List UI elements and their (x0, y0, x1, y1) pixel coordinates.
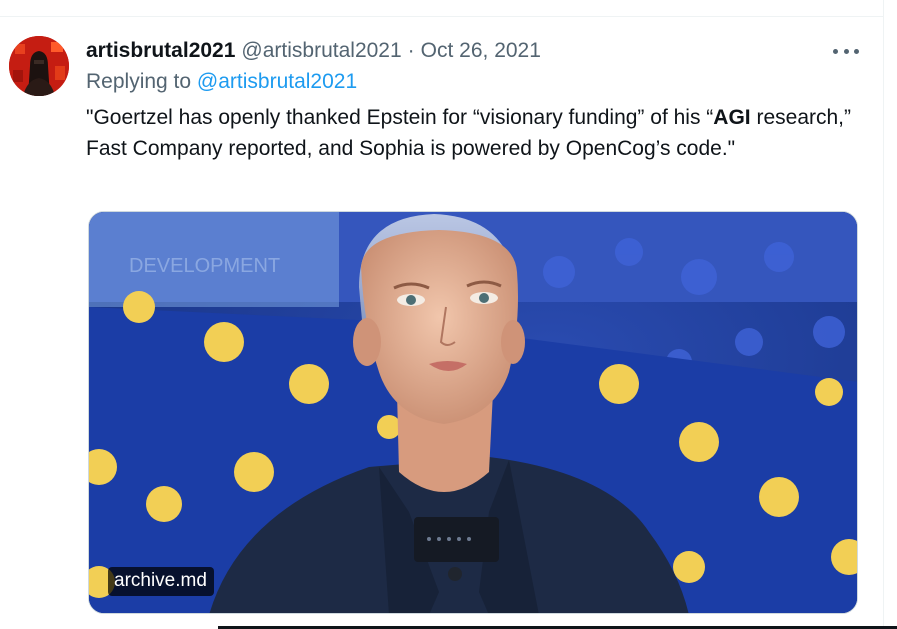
tweet-text: "Goertzel has openly thanked Epstein for… (86, 102, 866, 164)
tweet-date[interactable]: Oct 26, 2021 (421, 39, 541, 63)
tweet-header: artisbrutal2021 @artisbrutal2021 · Oct 2… (86, 38, 541, 64)
tweet-media-image[interactable]: DEVELOPMENT archive.md (88, 211, 858, 614)
more-dot (833, 48, 838, 54)
more-dot (843, 48, 849, 54)
top-divider (0, 16, 883, 17)
more-dot (854, 48, 859, 54)
avatar[interactable] (9, 36, 69, 96)
replying-to: Replying to @artisbrutal2021 (86, 70, 357, 94)
replying-handle-link[interactable]: @artisbrutal2021 (197, 70, 357, 93)
separator-dot: · (407, 39, 415, 62)
author-handle[interactable]: @artisbrutal2021 (241, 39, 401, 63)
tweet-text-bold: AGI (713, 106, 751, 129)
robot-photo: DEVELOPMENT (89, 212, 857, 613)
tweet-text-part1: "Goertzel has openly thanked Epstein for… (86, 106, 714, 129)
media-source-label[interactable]: archive.md (108, 567, 214, 596)
replying-prefix: Replying to (86, 70, 192, 93)
svg-text:DEVELOPMENT: DEVELOPMENT (129, 255, 280, 277)
more-horizontal-icon[interactable] (833, 40, 859, 62)
author-display-name[interactable]: artisbrutal2021 (86, 39, 235, 63)
timeline-border (883, 0, 884, 629)
